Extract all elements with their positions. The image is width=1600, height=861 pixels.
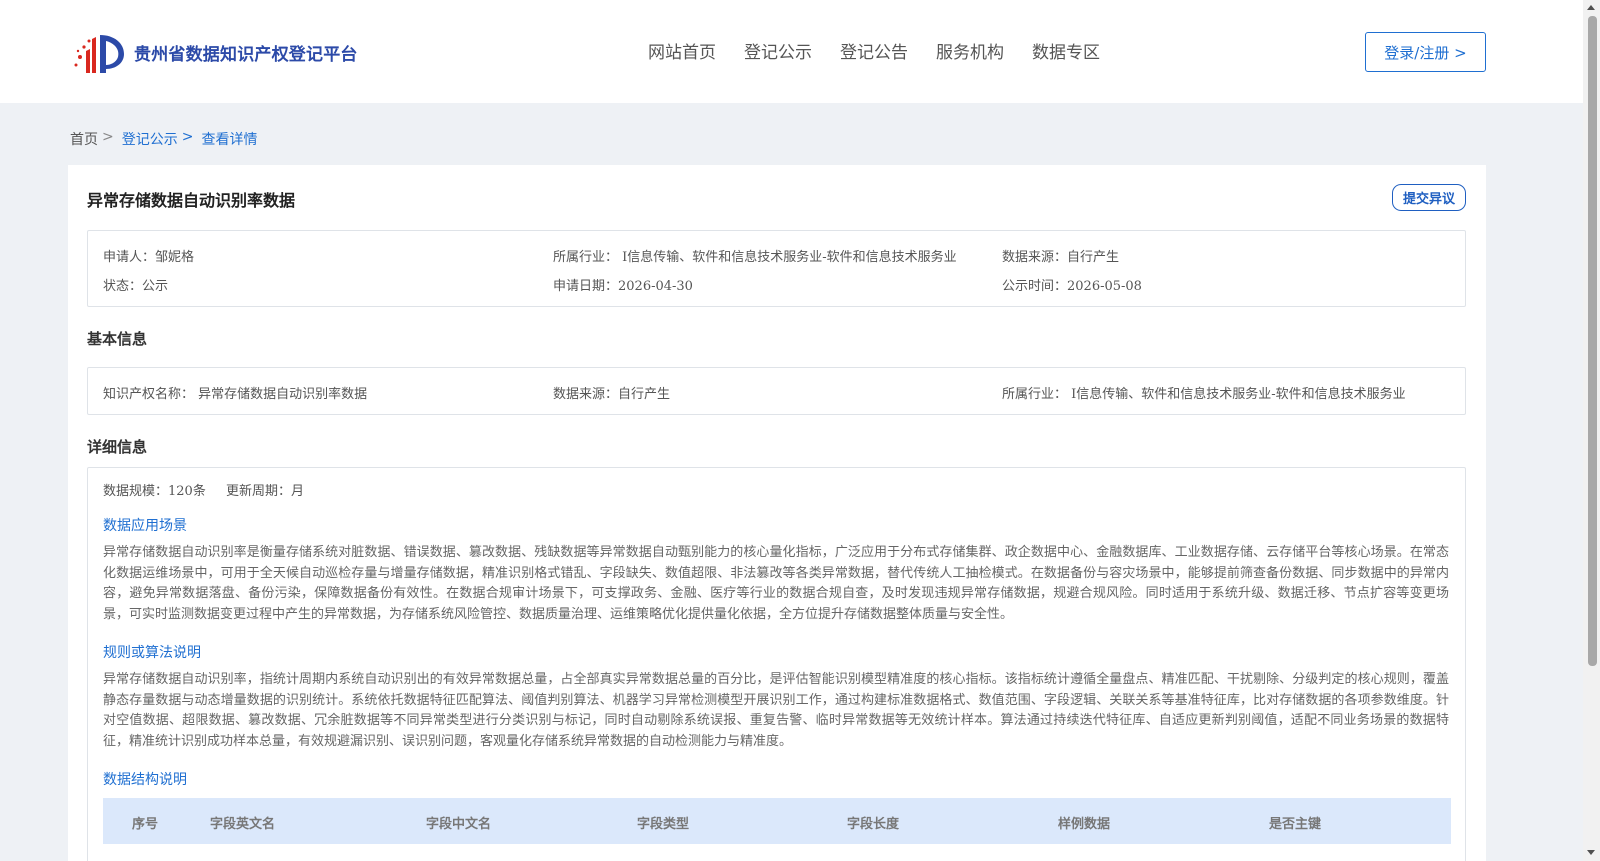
detail-info-heading: 详细信息 [87, 438, 148, 456]
rule-algorithm-heading: 规则或算法说明 [103, 645, 201, 661]
breadcrumb-separator: > [102, 129, 114, 145]
basic-info-panel: 知识产权名称： 异常存储数据自动识别率数据 数据来源：自行产生 所属行业： I信… [87, 367, 1466, 415]
breadcrumb-view-details: 查看详情 [201, 132, 258, 148]
submit-dispute-button[interactable]: 提交异议 [1392, 184, 1466, 211]
application-scenario-text: 异常存储数据自动识别率是衡量存储系统对脏数据、错误数据、篡改数据、残缺数据等异常… [103, 545, 1449, 622]
column-header-field-chinese-name: 字段中文名 [426, 817, 492, 832]
column-header-primary-key: 是否主键 [1269, 817, 1322, 832]
column-header-field-english-name: 字段英文名 [210, 817, 276, 832]
data-scale-field: 数据规模：120条 [103, 484, 206, 499]
breadcrumb-registration-publicity[interactable]: 登记公示 [122, 129, 178, 149]
main-nav: 网站首页 登记公示 登记公告 服务机构 数据专区 [648, 38, 1128, 63]
applicant-field: 申请人：邹妮格 [103, 250, 195, 265]
ip-name-field: 知识产权名称： 异常存储数据自动识别率数据 [103, 387, 368, 402]
basic-info-heading: 基本信息 [87, 330, 148, 348]
column-header-index: 序号 [132, 817, 159, 832]
industry-field: 所属行业： I信息传输、软件和信息技术服务业-软件和信息技术服务业 [553, 250, 957, 265]
nav-item-home[interactable]: 网站首页 [648, 38, 716, 63]
status-field: 状态：公示 [103, 279, 169, 294]
logo-icon [70, 27, 130, 77]
apply-date-field: 申请日期：2026-04-30 [553, 279, 693, 294]
page-title: 异常存储数据自动识别率数据 [87, 191, 296, 210]
scroll-up-arrow-icon[interactable] [1587, 5, 1595, 10]
detail-info-panel: 数据规模：120条 更新周期：月 数据应用场景 异常存储数据自动识别率是衡量存储… [87, 467, 1466, 861]
site-header: 贵州省数据知识产权登记平台 网站首页 登记公示 登记公告 服务机构 数据专区 登… [0, 0, 1583, 103]
nav-item-registration-announcement[interactable]: 登记公告 [840, 38, 908, 63]
site-name: 贵州省数据知识产权登记平台 [134, 44, 358, 65]
update-cycle-field: 更新周期：月 [226, 484, 305, 499]
basic-industry-field: 所属行业： I信息传输、软件和信息技术服务业-软件和信息技术服务业 [1002, 387, 1406, 402]
data-source-field: 数据来源：自行产生 [1002, 250, 1120, 265]
rule-algorithm-text: 异常存储数据自动识别率，指统计周期内系统自动识别出的有效异常数据总量，占全部真实… [103, 672, 1449, 749]
page-scrollbar[interactable] [1583, 0, 1600, 861]
basic-data-source-field: 数据来源：自行产生 [553, 387, 671, 402]
nav-item-service-agencies[interactable]: 服务机构 [936, 38, 1004, 63]
scroll-down-arrow-icon[interactable] [1587, 850, 1595, 855]
column-header-field-type: 字段类型 [637, 817, 690, 832]
breadcrumb: 首页 > 登记公示 > 查看详情 [70, 129, 257, 149]
nav-item-registration-publicity[interactable]: 登记公示 [744, 38, 812, 63]
column-header-sample-data: 样例数据 [1058, 817, 1111, 832]
publish-date-field: 公示时间：2026-05-08 [1002, 279, 1142, 294]
detail-card: 异常存储数据自动识别率数据 提交异议 申请人：邹妮格 所属行业： I信息传输、软… [68, 165, 1486, 861]
login-register-button[interactable]: 登录/注册 > [1365, 32, 1486, 72]
breadcrumb-home[interactable]: 首页 [70, 129, 98, 149]
data-structure-heading: 数据结构说明 [103, 772, 187, 788]
summary-panel: 申请人：邹妮格 所属行业： I信息传输、软件和信息技术服务业-软件和信息技术服务… [87, 230, 1466, 307]
site-logo[interactable]: 贵州省数据知识产权登记平台 [70, 27, 358, 77]
application-scenario-heading: 数据应用场景 [103, 518, 187, 534]
breadcrumb-separator: > [181, 129, 194, 145]
scrollbar-thumb[interactable] [1588, 16, 1597, 666]
column-header-field-length: 字段长度 [847, 817, 900, 832]
data-structure-table-header: 序号 字段英文名 字段中文名 字段类型 字段长度 样例数据 是否主键 [103, 798, 1451, 844]
nav-item-data-zone[interactable]: 数据专区 [1032, 38, 1100, 63]
